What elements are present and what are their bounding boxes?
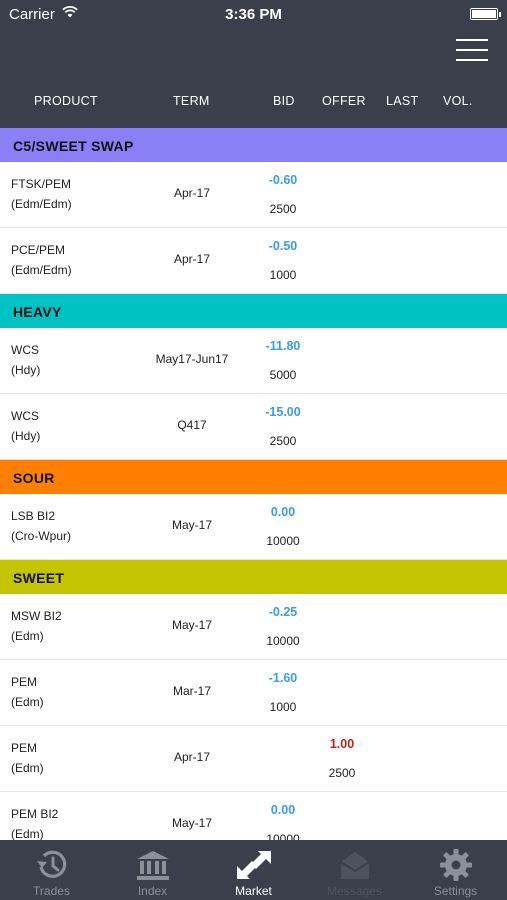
quantity-cell: 2500 — [269, 202, 297, 216]
quantity-cell: 5000 — [269, 368, 297, 382]
clock-history-icon — [1, 848, 102, 882]
product-location: (Edm) — [11, 695, 44, 709]
product-location: (Edm/Edm) — [11, 263, 72, 277]
product-name: WCS — [11, 343, 39, 357]
market-row[interactable]: PCE/PEM (Edm/Edm) Apr-17 -0.50 1000 — [0, 228, 507, 294]
quantity-cell: 1000 — [269, 700, 297, 714]
envelope-icon — [304, 848, 405, 882]
tab-market[interactable]: Market — [203, 840, 304, 900]
market-list[interactable]: C5/SWEET SWAP FTSK/PEM (Edm/Edm) Apr-17 -0.6… — [0, 128, 507, 840]
bid-price[interactable]: -0.50 — [247, 239, 319, 253]
bid-price[interactable]: -15.00 — [247, 405, 319, 419]
product-name: PEM — [11, 675, 38, 689]
tab-label: Messages — [327, 884, 382, 898]
quantity-cell: 1000 — [269, 268, 297, 282]
term-cell: May-17 — [171, 518, 212, 532]
term-cell: Mar-17 — [172, 684, 211, 698]
product-cell: PEM (Edm) — [11, 672, 44, 712]
term-cell: May17-Jun17 — [155, 352, 229, 366]
gear-icon — [405, 848, 506, 882]
product-cell: PEM (Edm) — [11, 738, 44, 778]
status-time: 3:36 PM — [225, 6, 282, 23]
tab-index[interactable]: Index — [102, 840, 203, 900]
market-row[interactable]: PEM BI2 (Edm) May-17 0.00 10000 — [0, 792, 507, 840]
market-row[interactable]: WCS (Hdy) Q417 -15.00 2500 — [0, 394, 507, 460]
bank-icon — [102, 848, 203, 882]
section-header: HEAVY — [0, 294, 507, 328]
product-cell: PCE/PEM (Edm/Edm) — [11, 240, 72, 280]
term-cell: Apr-17 — [173, 186, 211, 200]
section-header: SOUR — [0, 460, 507, 494]
product-cell: LSB BI2 (Cro-Wpur) — [11, 506, 71, 546]
bid-price[interactable]: -0.25 — [247, 605, 319, 619]
market-row[interactable]: WCS (Hdy) May17-Jun17 -11.80 5000 — [0, 328, 507, 394]
quantity-cell: 2500 — [328, 766, 356, 780]
term-cell: May-17 — [171, 816, 212, 830]
product-name: LSB BI2 — [11, 509, 56, 523]
product-location: (Edm/Edm) — [11, 197, 72, 211]
quantity-cell: 10000 — [266, 634, 300, 648]
section-header: C5/SWEET SWAP — [0, 128, 507, 162]
column-header-offer: OFFER — [322, 94, 366, 108]
product-location: (Edm) — [11, 761, 44, 775]
market-row[interactable]: FTSK/PEM (Edm/Edm) Apr-17 -0.60 2500 — [0, 162, 507, 228]
product-name: PCE/PEM — [11, 243, 66, 257]
arrows-expand-icon — [203, 848, 304, 882]
tab-label: Settings — [433, 884, 478, 898]
product-location: (Edm) — [11, 827, 44, 840]
market-row[interactable]: LSB BI2 (Cro-Wpur) May-17 0.00 10000 — [0, 494, 507, 560]
section-header: SWEET — [0, 560, 507, 594]
product-location: (Edm) — [11, 629, 44, 643]
bid-price[interactable]: 0.00 — [247, 505, 319, 519]
product-name: MSW BI2 — [11, 609, 62, 623]
quantity-cell: 10000 — [266, 534, 300, 548]
term-cell: May-17 — [171, 618, 212, 632]
quantity-cell: 10000 — [266, 832, 300, 840]
market-row[interactable]: PEM (Edm) Mar-17 -1.60 1000 — [0, 660, 507, 726]
product-cell: FTSK/PEM (Edm/Edm) — [11, 174, 72, 214]
navigation-header: Carrier 3:36 PM PRODUCT TERM BID OFFER L… — [0, 0, 507, 128]
tab-trades[interactable]: Trades — [1, 840, 102, 900]
quantity-cell: 2500 — [269, 434, 297, 448]
product-location: (Hdy) — [11, 363, 41, 377]
product-name: PEM — [11, 741, 38, 755]
battery-icon — [470, 8, 501, 20]
tab-bar: Trades Index Market Messages Settings — [0, 840, 507, 900]
product-cell: WCS (Hdy) — [11, 406, 40, 446]
column-header-volume: VOL. — [443, 94, 473, 108]
hamburger-menu-icon[interactable] — [456, 39, 488, 61]
product-cell: WCS (Hdy) — [11, 340, 40, 380]
bid-price[interactable]: -1.60 — [247, 671, 319, 685]
bid-price[interactable]: -11.80 — [247, 339, 319, 353]
bid-price[interactable]: 0.00 — [247, 803, 319, 817]
term-cell: Apr-17 — [173, 252, 211, 266]
bid-price[interactable]: -0.60 — [247, 173, 319, 187]
offer-price[interactable]: 1.00 — [306, 737, 378, 751]
tab-messages[interactable]: Messages — [304, 840, 405, 900]
product-cell: MSW BI2 (Edm) — [11, 606, 62, 646]
product-name: PEM BI2 — [11, 807, 59, 821]
column-header-term: TERM — [173, 94, 210, 108]
product-name: WCS — [11, 409, 39, 423]
section-title: SWEET — [13, 570, 65, 586]
tab-label: Index — [137, 884, 168, 898]
tab-label: Market — [235, 884, 272, 898]
column-header-product: PRODUCT — [34, 94, 98, 108]
column-header-last: LAST — [386, 94, 419, 108]
product-name: FTSK/PEM — [11, 177, 72, 191]
section-title: C5/SWEET SWAP — [13, 138, 134, 154]
tab-settings[interactable]: Settings — [405, 840, 506, 900]
term-cell: Apr-17 — [173, 750, 211, 764]
tab-label: Trades — [33, 884, 70, 898]
market-row[interactable]: MSW BI2 (Edm) May-17 -0.25 10000 — [0, 594, 507, 660]
section-title: SOUR — [13, 470, 55, 486]
section-title: HEAVY — [13, 304, 62, 320]
term-cell: Q417 — [177, 418, 207, 432]
column-header-bid: BID — [273, 94, 295, 108]
product-location: (Hdy) — [11, 429, 41, 443]
product-location: (Cro-Wpur) — [11, 529, 71, 543]
status-bar: Carrier 3:36 PM — [0, 0, 507, 28]
product-cell: PEM BI2 (Edm) — [11, 804, 58, 840]
market-row[interactable]: PEM (Edm) Apr-17 1.00 2500 — [0, 726, 507, 792]
